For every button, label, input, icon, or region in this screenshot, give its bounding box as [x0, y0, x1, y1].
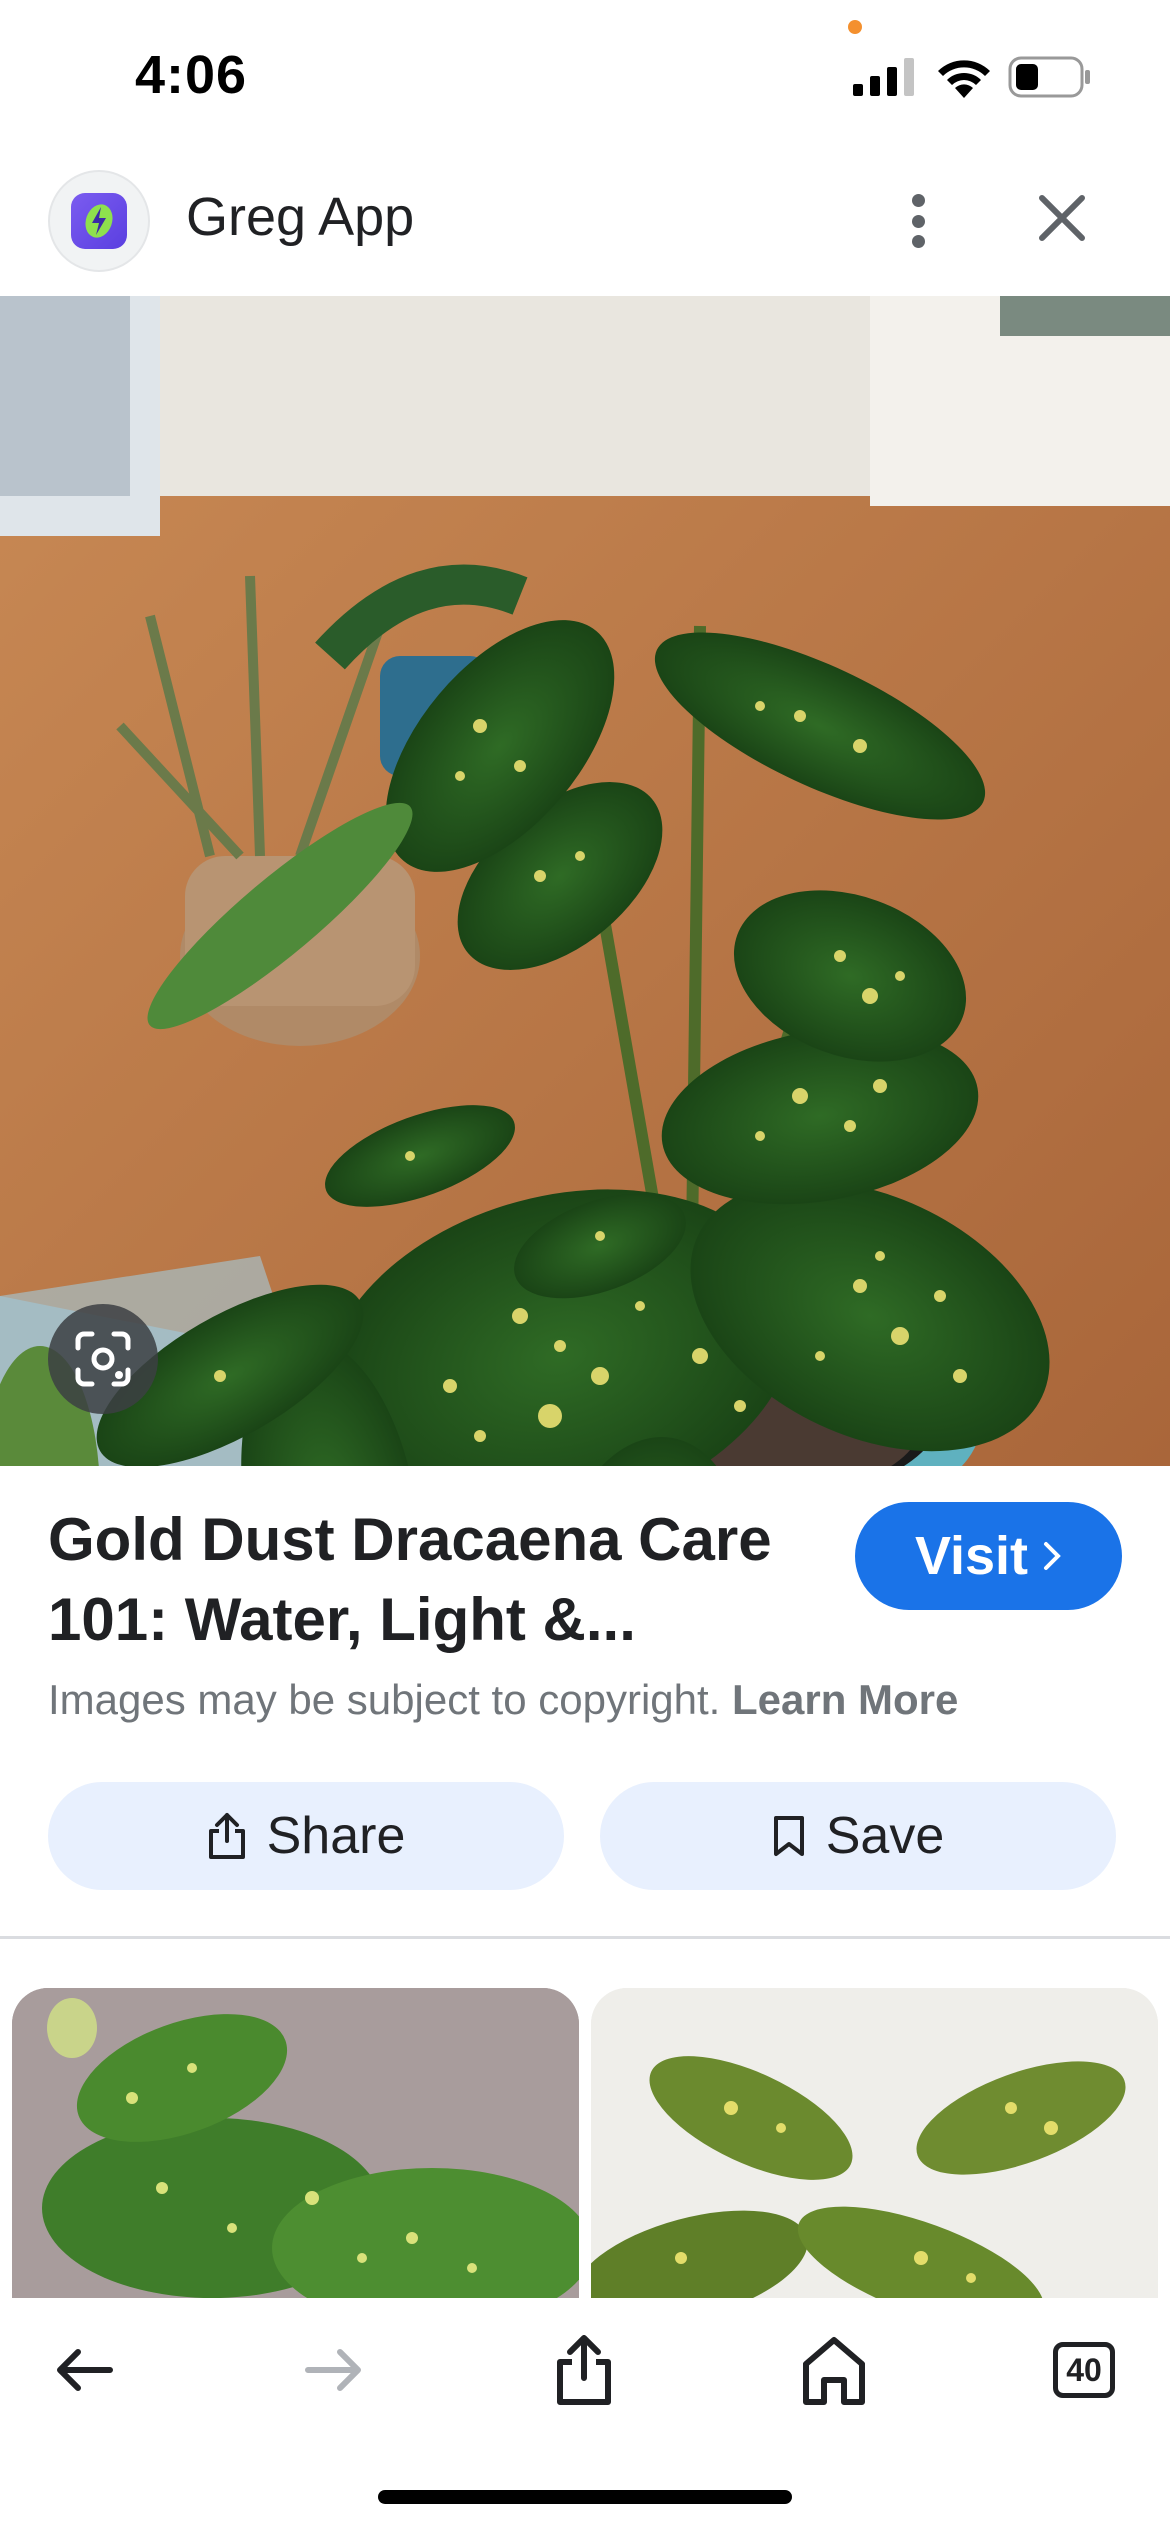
home-icon[interactable]	[794, 2330, 874, 2410]
tabs-icon[interactable]: 40	[1044, 2330, 1124, 2410]
forward-arrow-icon[interactable]	[294, 2330, 374, 2410]
save-button[interactable]: Save	[600, 1782, 1116, 1890]
plant-photo	[0, 296, 1170, 1466]
related-image[interactable]	[591, 1988, 1158, 2298]
related-plant-photo	[12, 1988, 579, 2298]
related-plant-photo	[591, 1988, 1158, 2298]
result-title[interactable]: Gold Dust Dracaena Care 101: Water, Ligh…	[48, 1500, 838, 1660]
app-header: Greg App	[0, 150, 1170, 296]
app-title: Greg App	[186, 187, 415, 247]
related-image[interactable]	[12, 1988, 579, 2298]
close-icon[interactable]	[1030, 186, 1094, 250]
save-button-label: Save	[825, 1807, 945, 1865]
battery-icon	[1008, 56, 1090, 98]
share-button-label: Share	[266, 1807, 406, 1865]
copyright-text: Images may be subject to copyright.	[48, 1676, 721, 1723]
leaf-bolt-icon	[71, 193, 127, 249]
plant-image[interactable]	[0, 296, 1170, 1466]
signal-icon	[853, 58, 914, 96]
tabs-count: 40	[1053, 2342, 1115, 2398]
more-vert-icon[interactable]	[890, 186, 946, 256]
learn-more-link[interactable]: Learn More	[732, 1676, 958, 1723]
share-button[interactable]: Share	[48, 1782, 564, 1890]
status-time: 4:06	[135, 45, 248, 105]
privacy-indicator-dot	[848, 20, 862, 34]
section-divider	[0, 1936, 1170, 1939]
visit-button[interactable]: Visit	[855, 1502, 1122, 1610]
back-arrow-icon[interactable]	[44, 2330, 124, 2410]
chevron-right-icon	[1044, 1542, 1061, 1570]
status-bar: 4:06	[0, 0, 1170, 150]
home-indicator[interactable]	[378, 2490, 792, 2504]
visit-button-label: Visit	[914, 1526, 1029, 1586]
share-icon[interactable]	[544, 2330, 624, 2410]
wifi-icon	[938, 60, 990, 98]
share-icon	[208, 1813, 245, 1859]
lens-icon[interactable]	[48, 1304, 158, 1414]
copyright-notice: Images may be subject to copyright. Lear…	[48, 1676, 958, 1724]
app-logo[interactable]	[48, 170, 150, 272]
bookmark-icon	[773, 1816, 804, 1856]
